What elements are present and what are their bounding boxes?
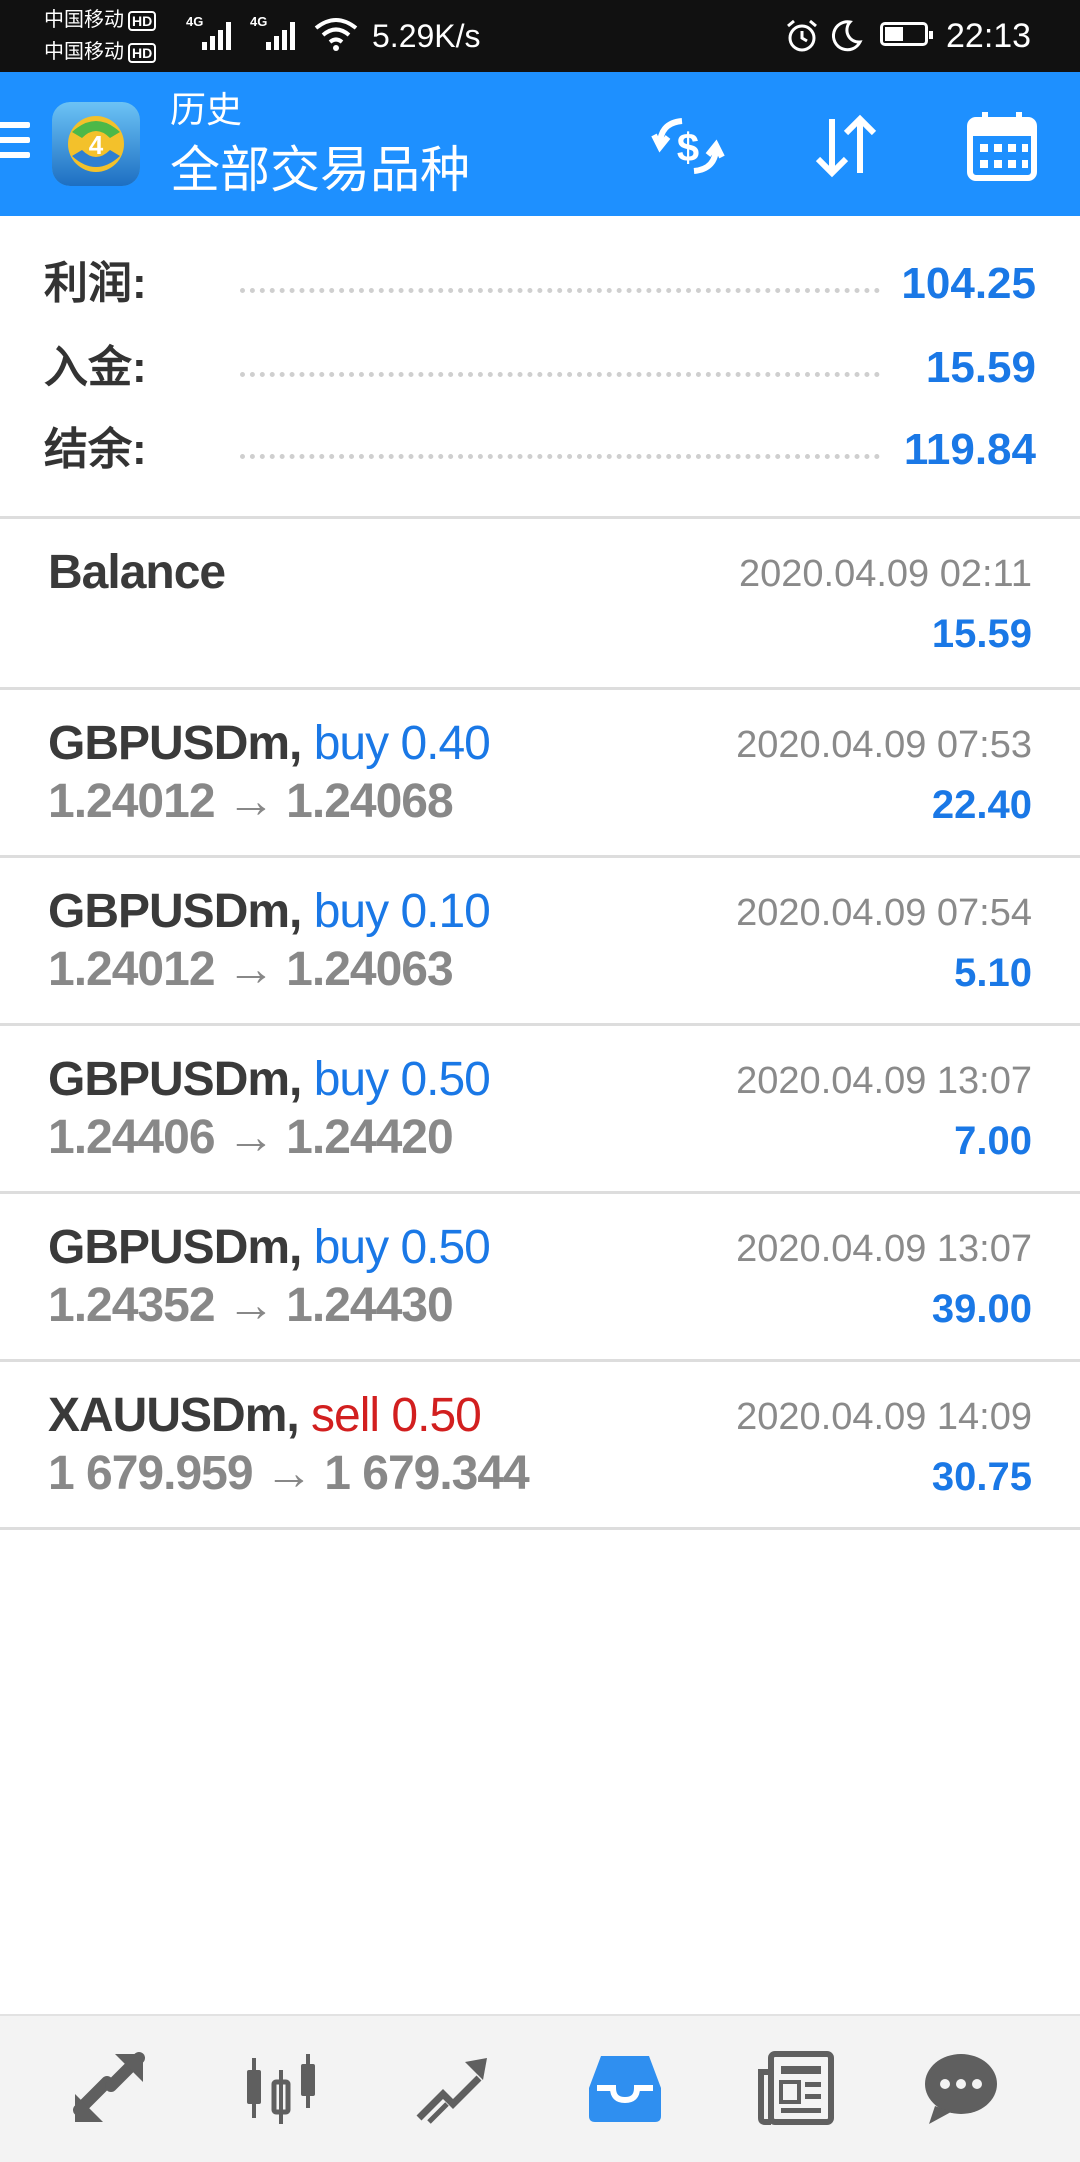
deal-profit: 39.00 [931,1287,1032,1331]
network-type-1: 4G [186,14,204,29]
deposit-value: 15.59 [925,343,1036,392]
deal-profit: 5.10 [954,951,1032,995]
network-speed: 5.29K/s [372,18,481,54]
chat-icon [925,2054,997,2124]
calendar-icon [967,112,1037,181]
svg-text:4: 4 [89,130,104,160]
status-time: 22:13 [946,17,1032,55]
currency-exchange-button[interactable]: $ [648,106,728,186]
deal-prices: 1 679.959 → 1 679.344 [48,1447,530,1500]
deal-profit: 30.75 [931,1455,1032,1499]
carrier-2-label: 中国移动 [44,41,124,63]
deal-row[interactable]: GBPUSDm, buy 0.40 1.24012 → 1.24068 2020… [0,690,1080,858]
hd-badge-1: HD [128,11,157,31]
deal-symbol: GBPUSDm, [48,1221,302,1274]
quotes-icon [73,2052,145,2122]
deal-time: 2020.04.09 13:07 [736,1060,1032,1102]
menu-icon[interactable] [0,122,30,167]
deal-profit: 7.00 [954,1119,1032,1163]
nav-news[interactable] [752,2046,842,2130]
nav-history[interactable] [580,2046,670,2130]
hd-badge-2: HD [128,43,157,63]
deal-prices: 1.24352 → 1.24430 [48,1279,454,1332]
bottom-navigation [0,2014,1080,2162]
deposit-label: 入金: [44,343,147,392]
deal-symbol: XAUUSDm, [48,1389,300,1442]
sort-button[interactable] [806,106,886,186]
deal-symbol: GBPUSDm, [48,1053,302,1106]
balance-entry-title: Balance [48,546,226,599]
deal-row[interactable]: XAUUSDm, sell 0.50 1 679.959 → 1 679.344… [0,1362,1080,1530]
symbol-filter-title[interactable]: 全部交易品种 [170,140,470,200]
carrier-1: 中国移动 HD [44,8,157,32]
app-bar: 4 历史 全部交易品种 $ [0,72,1080,216]
history-icon [589,2056,661,2122]
divider [0,1527,1080,1530]
deal-prices: 1.24406 → 1.24420 [48,1111,454,1164]
deal-type-volume: sell 0.50 [311,1389,482,1442]
summary-row-profit: 利润: 104.25 [0,242,1080,326]
alarm-icon [784,18,820,59]
deal-title: GBPUSDm, buy 0.50 [48,1050,491,1110]
deal-title: XAUUSDm, sell 0.50 [48,1386,482,1446]
summary-row-deposit: 入金: 15.59 [0,326,1080,410]
deal-prices: 1.24012 → 1.24063 [48,943,454,996]
deal-time: 2020.04.09 07:54 [736,892,1032,934]
news-icon [758,2051,834,2125]
balance-value: 119.84 [903,425,1036,474]
balance-entry-time: 2020.04.09 02:11 [738,553,1032,595]
dotted-leader [240,372,880,377]
network-type-2: 4G [250,14,268,29]
deal-type-volume: buy 0.10 [313,885,491,938]
deal-type-volume: buy 0.40 [313,717,491,770]
sort-icon [815,114,877,178]
deal-row[interactable]: GBPUSDm, buy 0.50 1.24406 → 1.24420 2020… [0,1026,1080,1194]
wifi-icon [314,16,358,57]
nav-trade[interactable] [408,2046,498,2130]
calendar-button[interactable] [962,106,1042,186]
profit-value: 104.25 [901,259,1036,308]
screen-subtitle: 历史 [170,89,243,130]
svg-text:$: $ [677,126,699,170]
dotted-leader [240,454,880,459]
trade-icon [416,2058,487,2124]
deal-time: 2020.04.09 07:53 [736,724,1032,766]
balance-entry-row[interactable]: Balance 2020.04.09 02:11 15.59 [0,519,1080,687]
do-not-disturb-moon-icon [828,18,864,59]
profit-label: 利润: [44,259,147,308]
balance-entry-amount: 15.59 [931,612,1032,656]
deal-time: 2020.04.09 13:07 [736,1228,1032,1270]
deal-symbol: GBPUSDm, [48,717,302,770]
deal-prices: 1.24012 → 1.24068 [48,775,454,828]
chart-icon [247,2054,315,2124]
metatrader-logo: 4 [52,102,140,186]
deal-symbol: GBPUSDm, [48,885,302,938]
dotted-leader [240,288,880,293]
deal-type-volume: buy 0.50 [313,1053,491,1106]
carrier-1-label: 中国移动 [44,9,124,31]
deal-profit: 22.40 [931,783,1032,827]
nav-quotes[interactable] [64,2046,154,2130]
currency-exchange-icon: $ [651,118,725,174]
deal-row[interactable]: GBPUSDm, buy 0.50 1.24352 → 1.24430 2020… [0,1194,1080,1362]
deal-title: GBPUSDm, buy 0.40 [48,714,491,774]
carrier-2: 中国移动 HD [44,40,157,64]
deal-type-volume: buy 0.50 [313,1221,491,1274]
status-bar: 中国移动 HD 中国移动 HD 4G 4G 5.29K/s 22:13 [0,0,1080,72]
deal-title: GBPUSDm, buy 0.10 [48,882,491,942]
deal-title: GBPUSDm, buy 0.50 [48,1218,491,1278]
history-summary: 利润: 104.25 入金: 15.59 结余: 119.84 [0,216,1080,516]
nav-chat[interactable] [916,2046,1006,2130]
deal-row[interactable]: GBPUSDm, buy 0.10 1.24012 → 1.24063 2020… [0,858,1080,1026]
battery-icon [880,22,933,46]
nav-chart[interactable] [236,2046,326,2130]
deal-time: 2020.04.09 14:09 [736,1396,1032,1438]
balance-label: 结余: [44,425,147,474]
summary-row-balance: 结余: 119.84 [0,408,1080,492]
